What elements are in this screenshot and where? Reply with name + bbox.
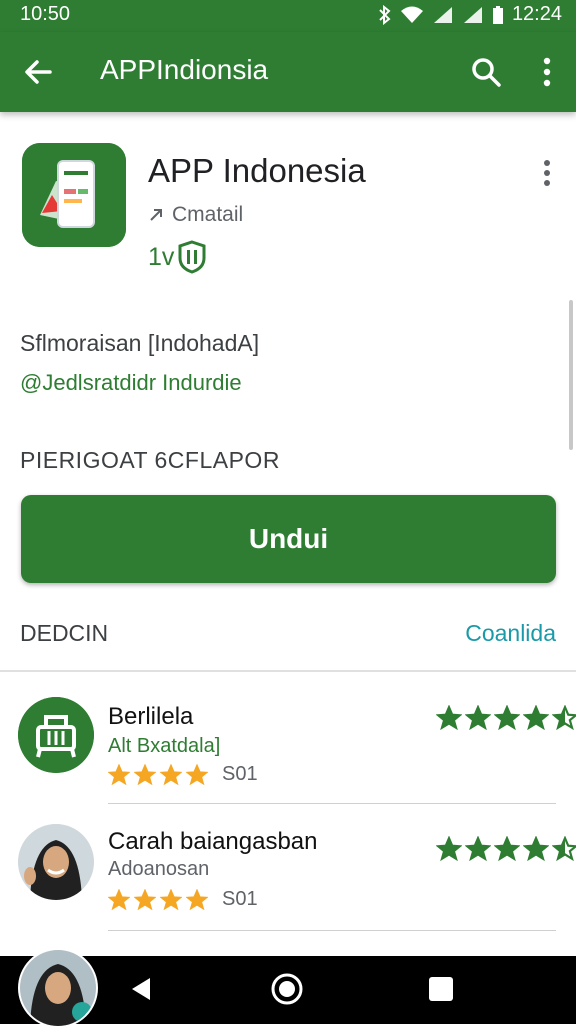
star-half-icon bbox=[552, 836, 576, 862]
star-filled-icon bbox=[160, 763, 182, 785]
card-more-icon[interactable] bbox=[536, 158, 558, 188]
status-time-right: 12:24 bbox=[511, 3, 562, 25]
review-rating-stars bbox=[436, 705, 576, 731]
nav-back-icon[interactable] bbox=[126, 974, 156, 1004]
cart-icon bbox=[18, 697, 94, 773]
review-separator bbox=[108, 803, 556, 804]
nav-recent-icon[interactable] bbox=[428, 976, 454, 1002]
review-name: Berlilela bbox=[108, 703, 194, 730]
review-count: S01 bbox=[222, 763, 258, 785]
developer-name: Cmatail bbox=[172, 203, 244, 226]
review-subtitle: Alt Bxatdala] bbox=[108, 735, 221, 757]
search-icon[interactable] bbox=[468, 54, 504, 90]
battery-icon bbox=[492, 5, 503, 24]
star-filled-icon bbox=[436, 836, 462, 862]
star-filled-icon bbox=[108, 888, 130, 910]
review-small-stars: S01 bbox=[108, 888, 258, 911]
back-arrow-icon[interactable] bbox=[20, 54, 56, 90]
floating-avatar[interactable] bbox=[18, 948, 98, 1028]
divider bbox=[0, 670, 576, 672]
star-filled-icon bbox=[465, 705, 491, 731]
phone-app-icon bbox=[22, 143, 126, 247]
star-filled-icon bbox=[134, 888, 156, 910]
star-filled-icon bbox=[465, 836, 491, 862]
star-filled-icon bbox=[523, 705, 549, 731]
status-time-left: 10:50 bbox=[20, 3, 71, 25]
review-rating-stars bbox=[436, 836, 576, 862]
review-item[interactable]: Berlilela Alt Bxatdala] S01 bbox=[0, 695, 576, 815]
star-half-icon bbox=[552, 705, 576, 731]
small-star-set bbox=[108, 888, 208, 911]
star-filled-icon bbox=[494, 705, 520, 731]
shield-icon bbox=[178, 240, 206, 274]
avatar bbox=[18, 697, 94, 773]
rating-text: 1v bbox=[148, 242, 175, 271]
review-item[interactable]: Carah baiangasban Adoanosan S01 bbox=[0, 822, 576, 942]
section-header: PIERIGOAT 6CFLAPOR bbox=[20, 447, 280, 473]
star-filled-icon bbox=[494, 836, 520, 862]
review-name: Carah baiangasban bbox=[108, 828, 318, 855]
review-subtitle: Adoanosan bbox=[108, 858, 210, 880]
person-avatar-icon bbox=[20, 950, 96, 1026]
reviews-section-title: DEDCIN bbox=[20, 620, 109, 646]
star-filled-icon bbox=[436, 705, 462, 731]
review-separator bbox=[108, 930, 556, 931]
avatar bbox=[18, 824, 94, 900]
app-rating: 1v bbox=[148, 240, 206, 274]
star-filled-icon bbox=[186, 888, 208, 910]
signal-icon bbox=[433, 6, 452, 23]
description-link[interactable]: @Jedlsratdidr Indurdie bbox=[20, 370, 242, 396]
bluetooth-icon bbox=[379, 4, 391, 25]
review-count: S01 bbox=[222, 888, 258, 910]
nav-home-icon[interactable] bbox=[270, 972, 304, 1006]
app-name: APP Indonesia bbox=[148, 152, 366, 189]
more-vert-icon[interactable] bbox=[532, 54, 562, 90]
app-developer[interactable]: Cmatail bbox=[148, 203, 243, 227]
scrollbar[interactable] bbox=[569, 300, 573, 450]
review-small-stars: S01 bbox=[108, 763, 258, 786]
star-filled-icon bbox=[523, 836, 549, 862]
person-avatar-icon bbox=[18, 824, 94, 900]
reviews-section-link[interactable]: Coanlida bbox=[465, 620, 556, 647]
install-button[interactable]: Undui bbox=[21, 495, 556, 583]
star-filled-icon bbox=[134, 763, 156, 785]
app-bar-title: APPIndionsia bbox=[100, 54, 269, 85]
arrow-icon bbox=[150, 209, 162, 221]
status-bar: 10:50 12:24 bbox=[0, 0, 576, 32]
signal-icon-2 bbox=[463, 6, 482, 23]
status-icons: 12:24 bbox=[378, 3, 562, 26]
star-filled-icon bbox=[108, 763, 130, 785]
description-line: Sflmoraisan [IndohadA] bbox=[20, 330, 260, 356]
star-filled-icon bbox=[186, 763, 208, 785]
star-filled-icon bbox=[160, 888, 182, 910]
app-icon[interactable] bbox=[22, 143, 126, 247]
wifi-icon bbox=[400, 6, 423, 23]
small-star-set bbox=[108, 763, 208, 786]
app-bar: APPIndionsia bbox=[0, 32, 576, 112]
